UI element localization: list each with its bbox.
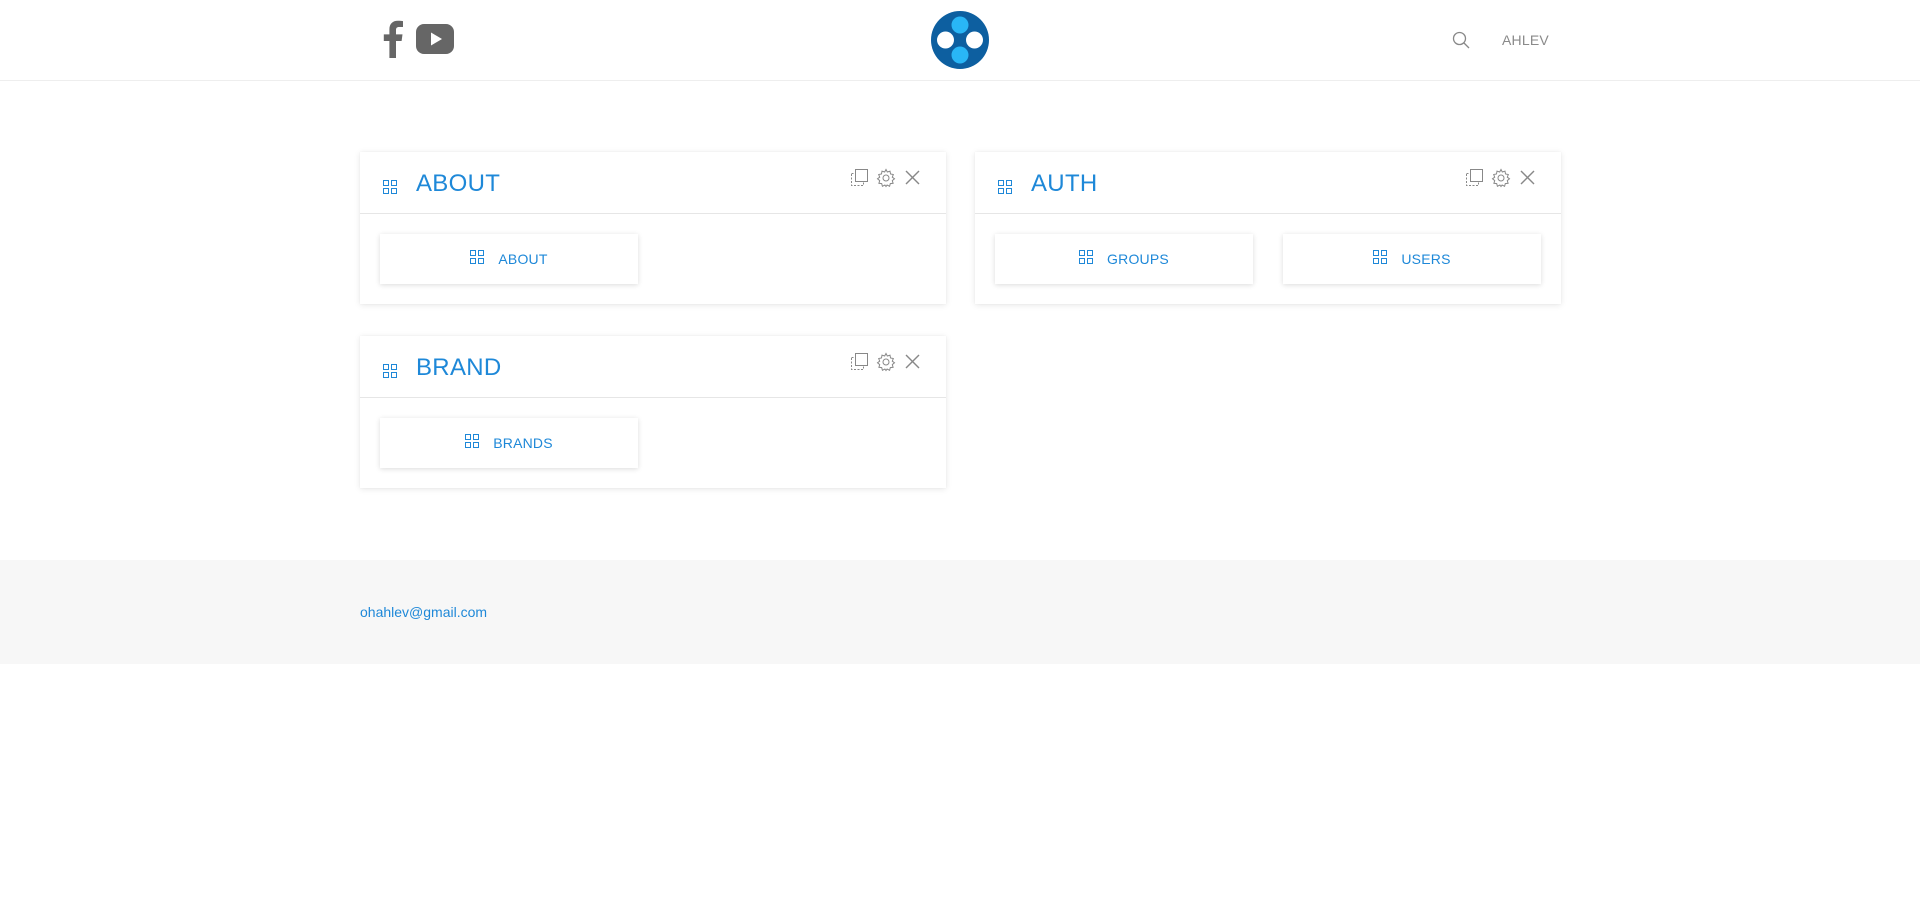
card-header: BRAND — [360, 336, 946, 398]
top-header: AHLEV — [0, 0, 1920, 81]
footer: ohahlev@gmail.com — [0, 560, 1920, 664]
tile-label: USERS — [1401, 251, 1451, 267]
user-menu[interactable]: AHLEV — [1502, 32, 1549, 48]
app-logo-icon[interactable] — [931, 11, 989, 69]
card-title: AUTH — [1031, 170, 1098, 197]
copy-icon[interactable] — [850, 168, 870, 193]
grid-icon — [1079, 249, 1094, 269]
card-header: AUTH — [975, 152, 1561, 214]
grid-icon — [470, 249, 485, 269]
close-icon[interactable] — [902, 168, 922, 193]
copy-icon[interactable] — [1465, 168, 1485, 193]
card-header: ABOUT — [360, 152, 946, 214]
gear-icon[interactable] — [1491, 168, 1511, 193]
social-links — [382, 20, 454, 63]
card-auth: AUTH GROUPS USERS — [975, 152, 1561, 304]
card-brand: BRAND BRANDS — [360, 336, 946, 488]
card-title: ABOUT — [416, 170, 501, 197]
tile-label: BRANDS — [493, 435, 553, 451]
tile-users[interactable]: USERS — [1283, 234, 1541, 284]
grid-icon — [465, 433, 480, 453]
footer-email-link[interactable]: ohahlev@gmail.com — [360, 604, 487, 620]
search-icon[interactable] — [1452, 31, 1470, 49]
card-about: ABOUT ABOUT — [360, 152, 946, 304]
grid-icon — [383, 180, 397, 199]
gear-icon[interactable] — [876, 352, 896, 377]
tile-brands[interactable]: BRANDS — [380, 418, 638, 468]
grid-icon — [383, 364, 397, 383]
grid-icon — [1373, 249, 1388, 269]
gear-icon[interactable] — [876, 168, 896, 193]
close-icon[interactable] — [902, 352, 922, 377]
card-actions — [1465, 168, 1537, 193]
copy-icon[interactable] — [850, 352, 870, 377]
facebook-icon[interactable] — [382, 20, 404, 63]
card-actions — [850, 352, 922, 377]
tile-about[interactable]: ABOUT — [380, 234, 638, 284]
tile-label: GROUPS — [1107, 251, 1169, 267]
close-icon[interactable] — [1517, 168, 1537, 193]
card-title: BRAND — [416, 354, 502, 381]
grid-icon — [998, 180, 1012, 199]
tile-label: ABOUT — [498, 251, 548, 267]
youtube-icon[interactable] — [416, 24, 454, 59]
card-actions — [850, 168, 922, 193]
tile-groups[interactable]: GROUPS — [995, 234, 1253, 284]
